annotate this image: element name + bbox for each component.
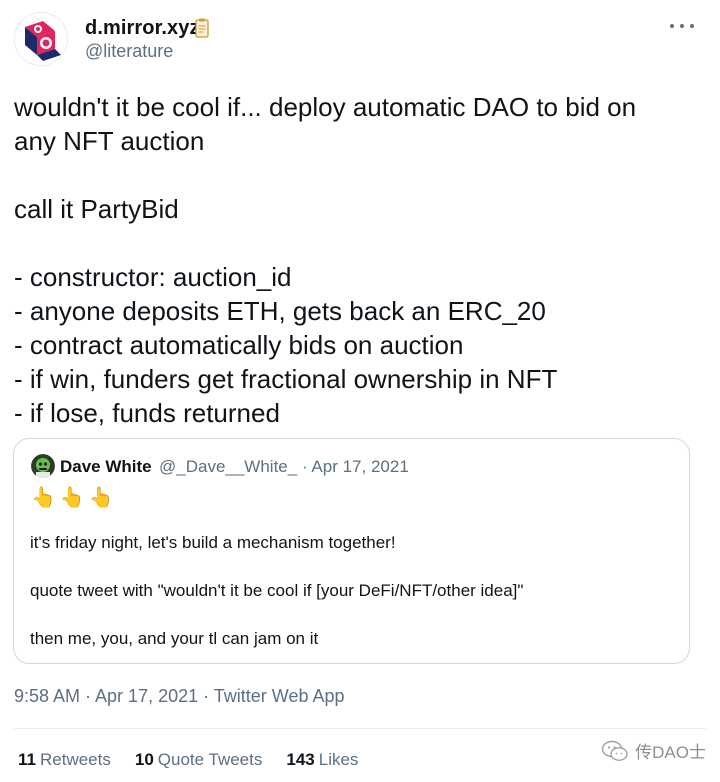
watermark-text: 传DAO士 [635,743,706,762]
tweet-line: - constructor: auction_id [14,262,292,292]
divider [14,728,706,729]
quoted-tweet-line: then me, you, and your tl can jam on it [30,629,319,648]
wechat-icon [601,740,629,762]
quoted-author-avatar[interactable] [31,454,55,478]
quote-tweets-count: 10 [134,750,154,769]
pointing-up-emoji: 👆👆👆 [31,487,118,509]
quoted-author-meta: @_Dave__White_ · Apr 17, 2021 [159,457,409,477]
quoted-author-name[interactable]: Dave White [60,457,152,477]
quoted-tweet-line: it's friday night, let's build a mechani… [30,533,396,552]
retweets-count: 11 [18,750,36,769]
quoted-author-handle[interactable]: @_Dave__White_ [159,457,297,476]
quoted-tweet-line: quote tweet with "wouldn't it be cool if… [30,581,524,600]
more-horizontal-icon[interactable] [670,19,694,33]
tweet-line: - if lose, funds returned [14,398,280,428]
likes-label: Likes [318,750,359,769]
watermark: 传DAO士 [601,738,706,763]
tweet-line: call it PartyBid [14,194,179,224]
quote-tweets-stat[interactable]: 10 Quote Tweets [135,750,263,770]
tweet-timestamp[interactable]: 9:58 AM · Apr 17, 2021 · Twitter Web App [14,686,345,707]
quoted-tweet[interactable]: Dave White @_Dave__White_ · Apr 17, 2021… [13,438,690,664]
author-display-name[interactable]: d.mirror.xyz [85,17,200,40]
retweets-label: Retweets [39,750,111,769]
likes-count: 143 [286,750,315,769]
author-avatar[interactable] [14,12,68,66]
tweet-line: - anyone deposits ETH, gets back an ERC_… [14,296,546,326]
engagement-stats: 11 Retweets 10 Quote Tweets 143 Likes [18,750,358,770]
quote-tweets-label: Quote Tweets [157,750,263,769]
retweets-stat[interactable]: 11 Retweets [18,750,111,770]
document-icon [195,18,209,43]
quoted-tweet-date[interactable]: Apr 17, 2021 [311,457,408,476]
author-handle[interactable]: @literature [85,41,173,62]
meta-separator: · [301,457,308,476]
tweet: d.mirror.xyz @literature wouldn't it be … [0,0,720,782]
tweet-line: any NFT auction [14,126,205,156]
tweet-text: wouldn't it be cool if... deploy automat… [14,90,704,430]
likes-stat[interactable]: 143 Likes [286,750,358,770]
tweet-line: - contract automatically bids on auction [14,330,464,360]
tweet-line: - if win, funders get fractional ownersh… [14,364,558,394]
tweet-line: wouldn't it be cool if... deploy automat… [14,92,637,122]
